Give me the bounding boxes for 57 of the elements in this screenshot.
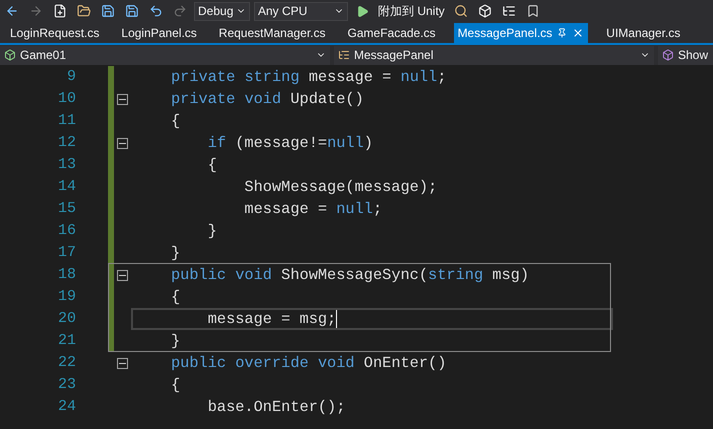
pin-icon[interactable] xyxy=(557,28,568,38)
code-line: } xyxy=(171,242,180,264)
line-number: 13 xyxy=(56,154,76,175)
collapse-icon[interactable] xyxy=(117,138,128,148)
line-number: 21 xyxy=(56,330,76,351)
line-number: 24 xyxy=(56,396,76,417)
method-icon xyxy=(662,49,674,61)
file-tab[interactable]: UIManager.cs xyxy=(602,23,684,43)
code-line: message = null; xyxy=(243,198,382,220)
code-line: } xyxy=(171,330,180,352)
line-number: 17 xyxy=(56,242,76,263)
collapse-icon[interactable] xyxy=(117,94,128,104)
type-dropdown[interactable]: MessagePanel xyxy=(334,46,654,64)
code-line: { xyxy=(171,374,180,396)
code-line: private string message = null; xyxy=(171,66,446,88)
line-number: 19 xyxy=(56,286,76,307)
code-line: ShowMessage(message); xyxy=(243,176,438,198)
code-line: { xyxy=(171,110,180,132)
member-dropdown[interactable]: Show xyxy=(658,46,713,64)
code-line: public override void OnEnter() xyxy=(171,352,446,374)
project-icon xyxy=(4,49,16,61)
code-line: message = msg; xyxy=(206,308,336,330)
code-line: base.OnEnter(); xyxy=(206,396,346,418)
code-line: } xyxy=(206,220,217,242)
line-number: 9 xyxy=(66,66,76,87)
member-name: Show xyxy=(678,47,708,64)
file-tab[interactable]: MessagePanel.cs xyxy=(454,23,588,43)
line-number: 20 xyxy=(56,308,76,329)
code-line: { xyxy=(171,286,180,308)
file-tab[interactable]: LoginRequest.cs xyxy=(6,23,104,43)
project-name: Game01 xyxy=(20,47,68,64)
line-number: 12 xyxy=(56,132,76,153)
file-tab[interactable]: RequestManager.cs xyxy=(214,23,330,43)
text-cursor xyxy=(336,310,338,328)
line-number: 14 xyxy=(56,176,76,197)
code-line: if (message!=null) xyxy=(206,132,373,154)
line-number: 15 xyxy=(56,198,76,219)
class-icon xyxy=(338,49,350,61)
file-tab[interactable]: LoginPanel.cs xyxy=(117,23,201,43)
file-tab[interactable]: GameFacade.cs xyxy=(344,23,440,43)
platform-dropdown[interactable]: Any CPU xyxy=(254,2,348,20)
line-number: 23 xyxy=(56,374,76,395)
attach-button[interactable]: 附加到 Unity xyxy=(376,2,447,20)
line-number: 22 xyxy=(56,352,76,373)
collapse-icon[interactable] xyxy=(117,270,128,280)
line-number: 16 xyxy=(56,220,76,241)
line-number: 11 xyxy=(56,110,76,131)
line-number: 18 xyxy=(56,264,76,285)
code-line: private void Update() xyxy=(171,88,364,110)
configuration-dropdown[interactable]: Debug xyxy=(194,2,250,20)
collapse-icon[interactable] xyxy=(117,358,128,368)
close-icon[interactable] xyxy=(572,27,584,39)
code-line: public void ShowMessageSync(string msg) xyxy=(171,264,530,286)
code-line: { xyxy=(206,154,217,176)
project-dropdown[interactable]: Game01 xyxy=(0,46,330,64)
line-number: 10 xyxy=(56,88,76,109)
type-name: MessagePanel xyxy=(354,47,434,64)
